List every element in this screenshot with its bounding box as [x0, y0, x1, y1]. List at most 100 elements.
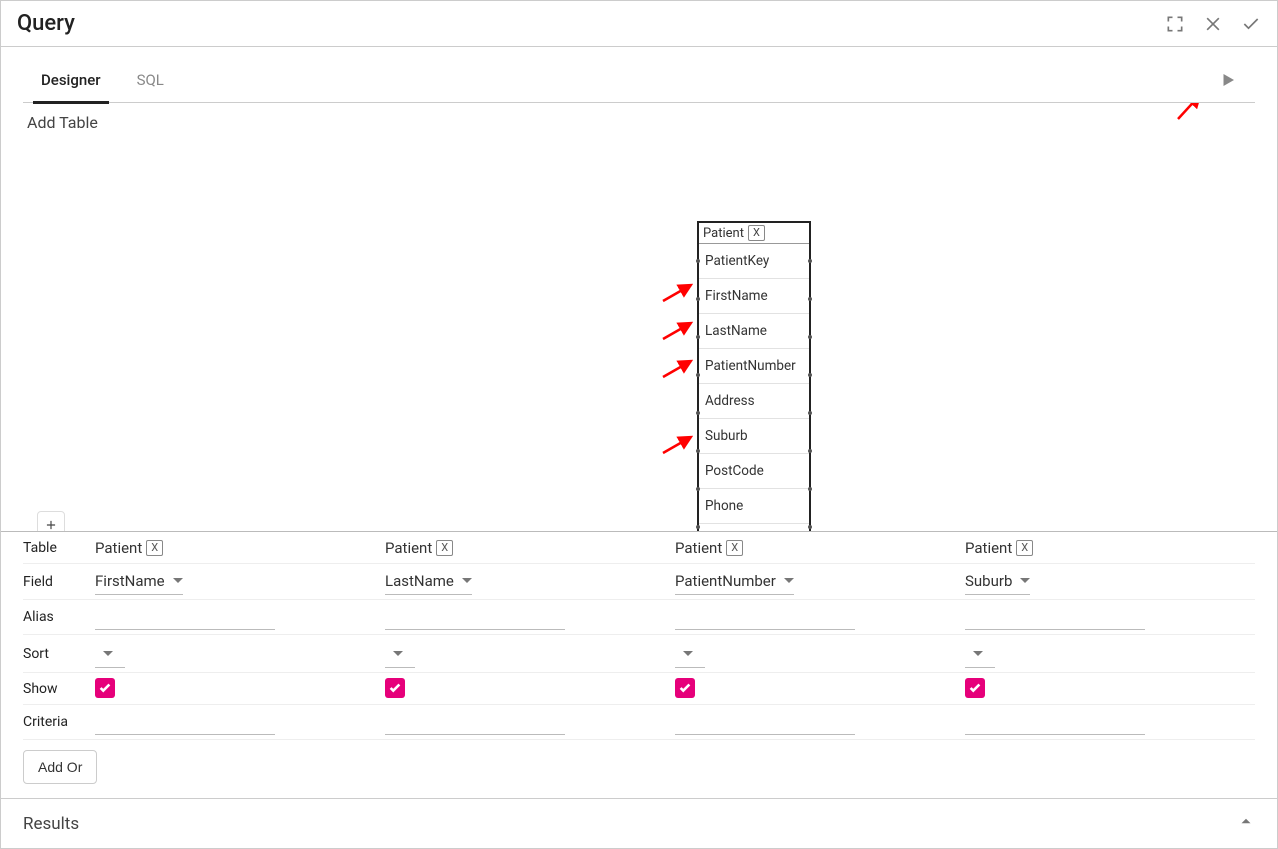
grid-row-sort: Sort — [23, 635, 1255, 673]
port-icon[interactable] — [808, 525, 812, 529]
query-dialog: Query Designer SQL Add Table — [0, 0, 1278, 849]
alias-input[interactable] — [675, 604, 855, 630]
grid-label: Show — [23, 675, 95, 703]
port-icon[interactable] — [696, 525, 700, 529]
port-icon[interactable] — [696, 449, 700, 453]
annotation-arrow-lastname — [661, 319, 695, 343]
port-icon[interactable] — [696, 487, 700, 491]
alias-input[interactable] — [95, 604, 275, 630]
port-icon[interactable] — [808, 335, 812, 339]
results-label: Results — [23, 814, 79, 834]
show-checkbox[interactable] — [95, 678, 115, 698]
titlebar-actions — [1165, 14, 1261, 34]
port-icon[interactable] — [696, 297, 700, 301]
show-checkbox[interactable] — [965, 678, 985, 698]
grid-label: Table — [23, 534, 95, 562]
criteria-grid: Table PatientX PatientX PatientX Patient… — [1, 531, 1277, 798]
port-icon[interactable] — [808, 297, 812, 301]
remove-column-button[interactable]: X — [436, 540, 453, 556]
port-icon[interactable] — [808, 259, 812, 263]
port-icon[interactable] — [696, 373, 700, 377]
table-node-remove-button[interactable]: X — [748, 225, 765, 241]
grid-label: Sort — [23, 640, 95, 668]
table-column[interactable]: Suburb — [699, 419, 809, 454]
criteria-input[interactable] — [675, 709, 855, 735]
titlebar: Query — [1, 1, 1277, 47]
alias-input[interactable] — [385, 604, 565, 630]
table-column[interactable]: Phone — [699, 489, 809, 524]
fullscreen-icon[interactable] — [1165, 14, 1185, 34]
port-icon[interactable] — [808, 411, 812, 415]
annotation-arrow-run — [1176, 103, 1206, 121]
alias-input[interactable] — [965, 604, 1145, 630]
run-button[interactable] — [1219, 71, 1237, 93]
annotation-arrow-firstname — [661, 281, 695, 305]
add-or-row: Add Or — [23, 750, 1255, 784]
grid-label: Criteria — [23, 708, 95, 736]
chevron-down-icon — [173, 572, 183, 590]
table-pill: PatientX — [675, 539, 743, 557]
grid-row-criteria: Criteria — [23, 705, 1255, 740]
table-column[interactable]: PatientKey — [699, 244, 809, 279]
canvas-tools — [37, 511, 65, 531]
table-column[interactable]: Email — [699, 524, 809, 531]
port-icon[interactable] — [696, 411, 700, 415]
chevron-down-icon — [393, 645, 403, 663]
sort-dropdown[interactable] — [965, 641, 995, 668]
field-dropdown[interactable]: PatientNumber — [675, 568, 794, 595]
sort-dropdown[interactable] — [385, 641, 415, 668]
chevron-up-icon[interactable] — [1237, 812, 1255, 835]
chevron-down-icon — [683, 645, 693, 663]
close-icon[interactable] — [1203, 14, 1223, 34]
dialog-title: Query — [17, 11, 1165, 36]
designer-canvas[interactable]: Add Table Patient X PatientK — [1, 103, 1277, 531]
remove-column-button[interactable]: X — [146, 540, 163, 556]
grid-label: Alias — [23, 603, 95, 631]
port-icon[interactable] — [696, 335, 700, 339]
results-bar[interactable]: Results — [1, 798, 1277, 848]
grid-row-alias: Alias — [23, 600, 1255, 635]
table-column[interactable]: PatientNumber — [699, 349, 809, 384]
grid-row-field: Field FirstName LastName PatientNumber S… — [23, 564, 1255, 600]
add-table-button[interactable]: Add Table — [27, 113, 98, 132]
sort-dropdown[interactable] — [95, 641, 125, 668]
tab-sql[interactable]: SQL — [119, 57, 182, 103]
show-checkbox[interactable] — [675, 678, 695, 698]
port-icon[interactable] — [808, 449, 812, 453]
chevron-down-icon — [784, 572, 794, 590]
table-column[interactable]: FirstName — [699, 279, 809, 314]
chevron-down-icon — [1020, 572, 1030, 590]
remove-column-button[interactable]: X — [1016, 540, 1033, 556]
zoom-in-icon[interactable] — [38, 512, 64, 531]
field-dropdown[interactable]: Suburb — [965, 568, 1030, 595]
table-node-header: Patient X — [699, 223, 809, 244]
table-column[interactable]: PostCode — [699, 454, 809, 489]
field-dropdown[interactable]: LastName — [385, 568, 472, 595]
show-checkbox[interactable] — [385, 678, 405, 698]
tab-designer[interactable]: Designer — [23, 57, 119, 103]
table-column[interactable]: Address — [699, 384, 809, 419]
chevron-down-icon — [103, 645, 113, 663]
table-node-patient[interactable]: Patient X PatientKey FirstName LastName … — [697, 221, 811, 531]
criteria-input[interactable] — [385, 709, 565, 735]
confirm-icon[interactable] — [1241, 14, 1261, 34]
port-icon[interactable] — [808, 373, 812, 377]
chevron-down-icon — [462, 572, 472, 590]
grid-row-show: Show — [23, 673, 1255, 705]
grid-label: Field — [23, 568, 95, 596]
criteria-input[interactable] — [95, 709, 275, 735]
criteria-input[interactable] — [965, 709, 1145, 735]
table-pill: PatientX — [965, 539, 1033, 557]
grid-row-table: Table PatientX PatientX PatientX Patient… — [23, 532, 1255, 564]
tabbar: Designer SQL — [1, 47, 1277, 103]
table-node-name: Patient — [703, 226, 744, 241]
field-dropdown[interactable]: FirstName — [95, 568, 183, 595]
add-or-button[interactable]: Add Or — [23, 750, 97, 784]
port-icon[interactable] — [696, 259, 700, 263]
annotation-arrow-patientnumber — [661, 357, 695, 381]
port-icon[interactable] — [808, 487, 812, 491]
table-pill: PatientX — [385, 539, 453, 557]
table-column[interactable]: LastName — [699, 314, 809, 349]
sort-dropdown[interactable] — [675, 641, 705, 668]
remove-column-button[interactable]: X — [726, 540, 743, 556]
